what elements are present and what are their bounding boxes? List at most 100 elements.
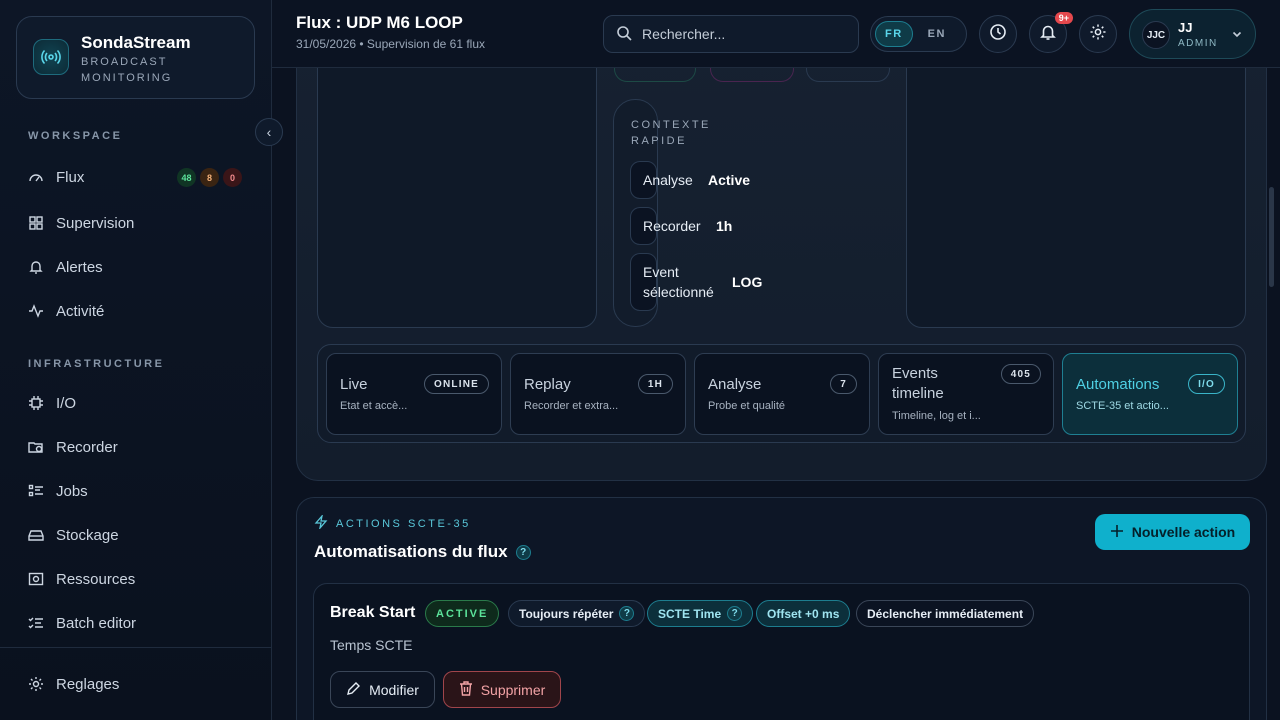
- plus-icon: [1110, 524, 1124, 541]
- gear-icon: [28, 676, 44, 692]
- checklist-icon: [28, 615, 44, 631]
- repeat-chip-label: Toujours répéter: [519, 606, 614, 621]
- notifications-button[interactable]: 9+: [1029, 12, 1073, 53]
- gauge-icon: [28, 169, 44, 185]
- tab-live[interactable]: Live Etat et accè... ONLINE: [326, 353, 502, 435]
- sidebar-item-ressources[interactable]: Ressources: [16, 561, 256, 597]
- tab-description: Timeline, log et i...: [892, 410, 981, 422]
- time-chip-label: SCTE Time: [658, 606, 722, 621]
- count-badge-ok: 48: [177, 168, 196, 187]
- repeat-chip: Toujours répéter ?: [508, 600, 646, 627]
- status-badge-label: ACTIVE: [436, 607, 489, 620]
- new-action-button[interactable]: Nouvelle action: [1095, 514, 1250, 550]
- sidebar-item-alertes[interactable]: Alertes: [16, 249, 256, 285]
- page-scrollbar[interactable]: [1269, 187, 1274, 287]
- tab-badge: 1H: [637, 374, 673, 394]
- sidebar-item-reglages[interactable]: Reglages: [16, 666, 256, 702]
- trigger-chip-label: Déclencher immédiatement: [867, 606, 1024, 621]
- tab-description: Recorder et extra...: [524, 400, 619, 412]
- tab-badge: ONLINE: [424, 374, 489, 394]
- history-button[interactable]: [979, 15, 1017, 53]
- tab-description: Probe et qualité: [708, 400, 786, 412]
- user-menu[interactable]: JJC JJ ADMIN: [1129, 9, 1256, 59]
- sidebar-item-label: Activité: [56, 302, 105, 320]
- sidebar-item-activite[interactable]: Activité: [16, 293, 256, 329]
- dashboard-icon: [28, 215, 44, 231]
- context-label-analyse: Analyse: [643, 172, 693, 188]
- tab-description: Etat et accè...: [340, 400, 408, 412]
- trash-icon: [459, 680, 473, 699]
- count-badge-warning: 8: [200, 168, 219, 187]
- section-label-workspace: WORKSPACE: [28, 130, 123, 142]
- flux-count-badges: 48 8 0: [177, 168, 242, 187]
- sidebar-item-supervision[interactable]: Supervision: [16, 205, 256, 241]
- delete-button[interactable]: Supprimer: [443, 671, 561, 708]
- brand-card[interactable]: SondaStream BROADCAST MONITORING: [16, 16, 255, 99]
- tab-title: Live: [340, 376, 368, 393]
- new-action-label: Nouvelle action: [1131, 524, 1236, 540]
- sidebar-item-label: Supervision: [56, 214, 135, 232]
- edit-button[interactable]: Modifier: [330, 671, 435, 708]
- broadcast-icon: [33, 39, 69, 75]
- page-title: Flux : UDP M6 LOOP: [296, 13, 463, 32]
- tab-analyse[interactable]: Analyse Probe et qualité 7: [694, 353, 870, 435]
- context-label-recorder: Recorder: [643, 218, 701, 234]
- tab-badge: I/O: [1188, 374, 1225, 394]
- edit-label: Modifier: [369, 681, 419, 698]
- tab-badge: 405: [1000, 364, 1041, 384]
- language-switcher: FR EN: [870, 16, 967, 52]
- avatar: JJC: [1142, 21, 1170, 49]
- tab-title: Analyse: [708, 376, 762, 393]
- brand-subtitle: BROADCAST MONITORING: [81, 56, 173, 84]
- sidebar-item-stockage[interactable]: Stockage: [16, 517, 256, 553]
- status-badge: ACTIVE: [425, 600, 500, 627]
- bell-icon: [1039, 23, 1057, 46]
- help-icon[interactable]: ?: [727, 606, 743, 621]
- sidebar-item-jobs[interactable]: Jobs: [16, 473, 256, 509]
- activity-icon: [28, 303, 44, 319]
- help-icon[interactable]: ?: [619, 606, 635, 621]
- search-input[interactable]: Rechercher...: [603, 15, 859, 53]
- sidebar: SondaStream BROADCAST MONITORING ‹ WORKS…: [0, 0, 283, 720]
- lang-fr-button[interactable]: FR: [875, 21, 913, 47]
- sidebar-divider: [0, 647, 271, 648]
- automations-title: Automatisations du flux ?: [314, 542, 531, 562]
- chevron-left-icon: ‹: [266, 124, 272, 140]
- gear-icon: [1089, 23, 1107, 46]
- lang-en-button[interactable]: EN: [919, 22, 955, 46]
- sidebar-item-label: Alertes: [56, 258, 103, 276]
- tab-title: Replay: [524, 376, 571, 393]
- context-label-event: Event sélectionné: [643, 264, 714, 300]
- tab-description: SCTE-35 et actio...: [1076, 400, 1169, 412]
- folder-clock-icon: [28, 439, 44, 455]
- server-icon: [28, 571, 44, 587]
- search-placeholder: Rechercher...: [642, 26, 726, 42]
- sidebar-item-label: I/O: [56, 394, 77, 412]
- tab-automations[interactable]: Automations SCTE-35 et actio... I/O: [1062, 353, 1238, 435]
- time-chip: SCTE Time ?: [647, 600, 754, 627]
- help-icon[interactable]: ?: [515, 544, 531, 560]
- collapse-sidebar-button[interactable]: ‹: [255, 118, 283, 146]
- automations-kicker: ACTIONS SCTE-35: [314, 513, 471, 532]
- pencil-icon: [346, 681, 361, 699]
- notification-count-badge: 9+: [1054, 12, 1073, 24]
- offset-chip-label: Offset +0 ms: [767, 606, 840, 621]
- context-value-event: LOG: [732, 274, 763, 290]
- chip-icon: [28, 395, 44, 411]
- context-value-analyse: Active: [708, 172, 751, 188]
- chevron-down-icon: [1231, 27, 1243, 45]
- settings-button[interactable]: [1079, 15, 1117, 53]
- sidebar-item-label: Ressources: [56, 570, 136, 588]
- sidebar-item-batch-editor[interactable]: Batch editor: [16, 605, 256, 641]
- sidebar-item-io[interactable]: I/O: [16, 385, 256, 421]
- tab-badge: 7: [830, 374, 857, 394]
- tab-replay[interactable]: Replay Recorder et extra... 1H: [510, 353, 686, 435]
- bell-icon: [28, 259, 44, 275]
- sidebar-item-flux[interactable]: Flux 48 8 0: [16, 159, 256, 195]
- tab-events-timeline[interactable]: Events timeline Timeline, log et i... 40…: [878, 353, 1054, 435]
- drive-icon: [28, 527, 44, 543]
- sidebar-item-recorder[interactable]: Recorder: [16, 429, 256, 465]
- offset-chip: Offset +0 ms: [756, 600, 851, 627]
- list-icon: [28, 483, 44, 499]
- trigger-chip: Déclencher immédiatement: [856, 600, 1035, 627]
